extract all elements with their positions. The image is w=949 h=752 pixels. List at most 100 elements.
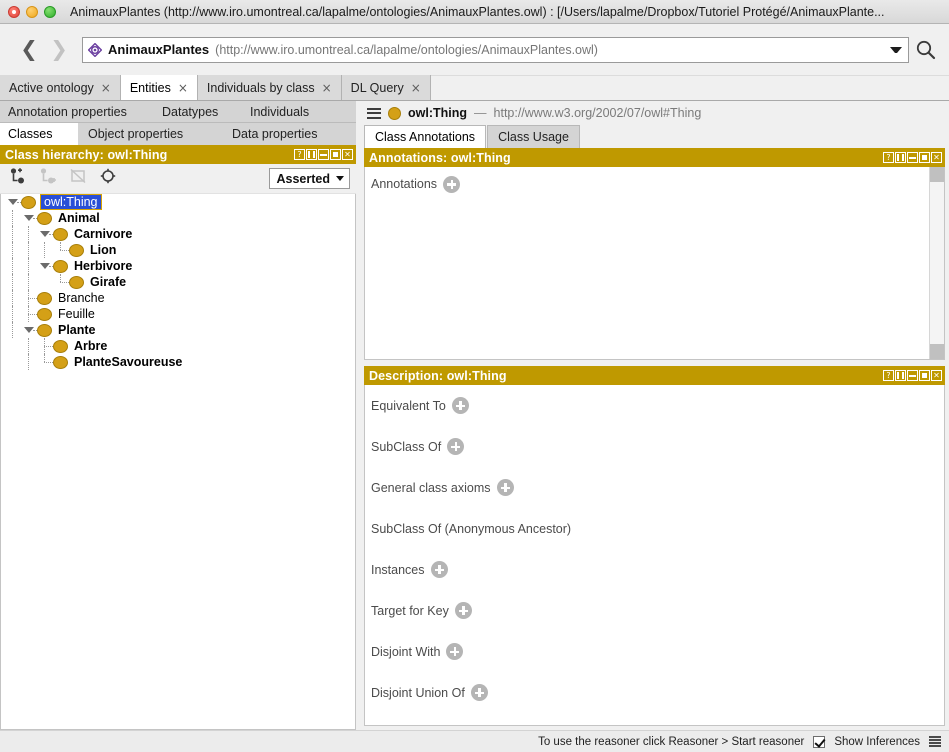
add-plus-icon[interactable] <box>451 397 469 414</box>
maximize-button[interactable] <box>919 152 930 163</box>
close-icon[interactable]: × <box>101 81 111 95</box>
close-button[interactable]: ✕ <box>342 149 353 160</box>
navigation-toolbar: ❮ ❯ AnimauxPlantes (http://www.iro.umont… <box>0 24 949 76</box>
expand-arrow-icon[interactable] <box>5 194 21 210</box>
view-selector-dropdown[interactable]: Asserted <box>268 168 350 189</box>
ontology-diamond-icon <box>87 42 103 57</box>
minimize-button[interactable] <box>907 370 918 381</box>
tree-guide-line <box>21 242 37 258</box>
subtab-label: Classes <box>8 127 53 141</box>
search-icon[interactable] <box>913 37 939 63</box>
tab-class-annotations[interactable]: Class Annotations <box>364 125 487 148</box>
chevron-down-icon[interactable] <box>890 46 902 53</box>
description-row-subclass-of: SubClass Of <box>365 426 944 467</box>
add-plus-icon[interactable] <box>454 602 472 619</box>
description-row-disjoint-with: Disjoint With <box>365 631 944 672</box>
search-target-icon[interactable] <box>99 167 117 190</box>
help-button[interactable]: ? <box>883 152 894 163</box>
protege-window: AnimauxPlantes (http://www.iro.umontreal… <box>0 0 949 752</box>
add-plus-icon[interactable] <box>447 438 465 455</box>
tab-label: Active ontology <box>9 80 94 95</box>
subtab-data-properties[interactable]: Data properties <box>222 123 356 145</box>
tab-individuals-by-class[interactable]: Individuals by class × <box>197 75 342 100</box>
subtab-classes[interactable]: Classes <box>0 123 78 145</box>
add-plus-icon[interactable] <box>443 175 461 193</box>
show-inferences-checkbox[interactable] <box>813 735 826 748</box>
annotations-section: Annotations: owl:Thing ? ✕ Annotations <box>364 148 949 360</box>
tree-item-feuille[interactable]: Feuille <box>1 306 355 322</box>
help-button[interactable]: ? <box>294 149 305 160</box>
tree-item-plante[interactable]: Plante <box>1 322 355 338</box>
tree-item-lion[interactable]: Lion <box>1 242 355 258</box>
panel-header-buttons: ? ✕ <box>294 149 353 160</box>
minimize-button[interactable] <box>907 152 918 163</box>
row-label: General class axioms <box>371 480 491 495</box>
annotations-scrollbar[interactable] <box>929 167 944 359</box>
ontology-address-bar[interactable]: AnimauxPlantes (http://www.iro.umontreal… <box>82 36 909 63</box>
split-button[interactable] <box>895 370 906 381</box>
tab-active-ontology[interactable]: Active ontology × <box>0 75 121 100</box>
add-plus-icon[interactable] <box>470 684 488 701</box>
tree-item-label: Animal <box>58 211 100 225</box>
add-plus-icon[interactable] <box>430 561 448 578</box>
tree-guide-line <box>21 338 37 354</box>
tree-item-herbivore[interactable]: Herbivore <box>1 258 355 274</box>
workspace: Annotation properties Datatypes Individu… <box>0 101 949 730</box>
add-sibling-class-icon[interactable] <box>39 167 57 190</box>
close-icon[interactable]: × <box>322 81 332 95</box>
description-section: Description: owl:Thing ? ✕ Equivalent To <box>364 366 949 730</box>
add-subclass-icon[interactable] <box>9 167 27 190</box>
hamburger-menu-icon[interactable] <box>367 107 381 119</box>
expand-arrow-icon[interactable] <box>37 258 53 274</box>
tab-entities[interactable]: Entities × <box>120 75 198 100</box>
scroll-down-button[interactable] <box>930 344 944 359</box>
tree-guide-spacer <box>5 354 21 370</box>
expand-arrow-icon[interactable] <box>21 322 37 338</box>
entity-name-label: owl:Thing <box>408 106 468 120</box>
tree-item-label: PlanteSavoureuse <box>74 355 183 369</box>
subtab-label: Individuals <box>250 104 310 119</box>
left-panel: Annotation properties Datatypes Individu… <box>0 101 356 730</box>
maximize-button[interactable] <box>919 370 930 381</box>
tree-item-branche[interactable]: Branche <box>1 290 355 306</box>
expand-arrow-icon[interactable] <box>37 226 53 242</box>
add-plus-icon[interactable] <box>496 479 514 496</box>
class-hierarchy-tree[interactable]: owl:Thing Animal Carnivore Lion Herbivor… <box>0 194 356 730</box>
subtab-annotation-properties[interactable]: Annotation properties <box>0 101 152 122</box>
tree-guide-line <box>5 210 21 226</box>
tree-item-plantesavoureuse[interactable]: PlanteSavoureuse <box>1 354 355 370</box>
scroll-up-button[interactable] <box>930 167 944 182</box>
close-icon[interactable]: × <box>411 81 421 95</box>
forward-button[interactable]: ❯ <box>44 35 74 65</box>
maximize-button[interactable] <box>330 149 341 160</box>
delete-class-icon[interactable] <box>69 167 87 190</box>
close-icon[interactable]: × <box>178 81 188 95</box>
subtab-label: Datatypes <box>162 104 219 119</box>
close-button[interactable]: ✕ <box>931 370 942 381</box>
subtab-object-properties[interactable]: Object properties <box>78 123 222 145</box>
description-row-general-class-axioms: General class axioms <box>365 467 944 508</box>
add-plus-icon[interactable] <box>446 643 464 660</box>
expand-arrow-icon[interactable] <box>21 210 37 226</box>
tree-item-arbre[interactable]: Arbre <box>1 338 355 354</box>
help-button[interactable]: ? <box>883 370 894 381</box>
close-button[interactable]: ✕ <box>931 152 942 163</box>
split-button[interactable] <box>895 152 906 163</box>
split-button[interactable] <box>306 149 317 160</box>
tab-class-usage[interactable]: Class Usage <box>487 125 580 148</box>
tree-item-girafe[interactable]: Girafe <box>1 274 355 290</box>
class-circle-icon <box>69 275 84 289</box>
tab-dl-query[interactable]: DL Query × <box>341 75 431 100</box>
back-button[interactable]: ❮ <box>14 35 44 65</box>
subtab-datatypes[interactable]: Datatypes <box>152 101 240 122</box>
tree-item-label: Feuille <box>58 307 95 321</box>
minimize-button[interactable] <box>318 149 329 160</box>
tree-item-owl-thing[interactable]: owl:Thing <box>1 194 355 210</box>
tree-guide-line <box>37 338 53 354</box>
list-lines-icon[interactable] <box>929 735 941 748</box>
tree-item-carnivore[interactable]: Carnivore <box>1 226 355 242</box>
tree-item-animal[interactable]: Animal <box>1 210 355 226</box>
subtab-individuals[interactable]: Individuals <box>240 101 356 122</box>
reasoner-hint-label: To use the reasoner click Reasoner > Sta… <box>538 735 805 748</box>
tree-guide-line <box>5 322 21 338</box>
